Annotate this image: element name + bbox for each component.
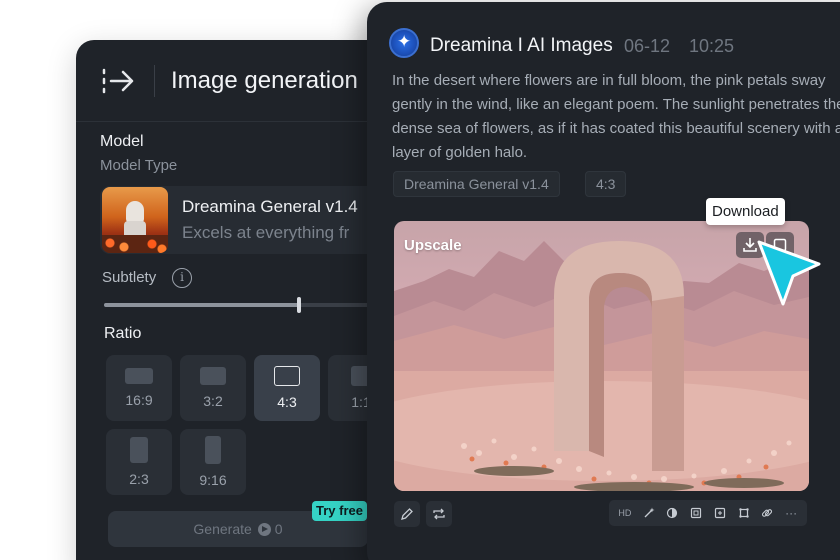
ratio-4-3-icon	[274, 366, 300, 386]
model-thumbnail	[102, 187, 168, 253]
ratio-option-3-2[interactable]: 3:2	[180, 355, 246, 421]
ratio-option-9-16[interactable]: 9:16	[180, 429, 246, 495]
ratio-9-16-icon	[205, 436, 221, 464]
download-tooltip: Download	[706, 198, 785, 225]
generate-cost: 0	[274, 521, 283, 537]
desert-scene	[394, 241, 809, 491]
magic-wand-icon[interactable]	[640, 504, 658, 522]
image-toolbar: HD ···	[609, 500, 807, 526]
ratio-2-3-icon	[130, 437, 148, 463]
collapse-sidebar-icon[interactable]	[100, 63, 136, 99]
slider-thumb[interactable]	[297, 297, 301, 313]
message-time: 10:25	[689, 36, 735, 56]
model-section-label: Model	[100, 133, 144, 150]
generate-label: Generate	[193, 521, 252, 537]
message-date: 06-12	[624, 36, 671, 56]
model-name: Dreamina General v1.4	[182, 197, 358, 216]
ratio-option-16-9[interactable]: 16:9	[106, 355, 172, 421]
regenerate-icon[interactable]	[426, 501, 452, 527]
model-description: Excels at everything fr	[182, 223, 350, 242]
ratio-option-label: 2:3	[129, 471, 149, 487]
ratio-option-2-3[interactable]: 2:3	[106, 429, 172, 495]
eraser-icon[interactable]	[663, 504, 681, 522]
model-selector[interactable]: Dreamina General v1.4 Excels at everythi…	[100, 186, 396, 254]
subtlety-slider[interactable]	[104, 297, 396, 313]
ratio-option-label: 9:16	[199, 472, 227, 488]
ratio-3-2-icon	[200, 367, 226, 385]
crop-icon[interactable]	[735, 504, 753, 522]
coin-icon	[257, 522, 271, 536]
ratio-option-label: 16:9	[125, 392, 153, 408]
ratio-option-4-3[interactable]: 4:3	[254, 355, 320, 421]
ratio-16-9-icon	[125, 368, 153, 384]
panel-title: Image generation	[171, 66, 358, 94]
edit-icon[interactable]	[394, 501, 420, 527]
dreamina-logo-icon	[389, 28, 419, 58]
info-icon[interactable]: i	[172, 268, 192, 288]
ratio-tag: 4:3	[585, 171, 627, 197]
panel-header: Image generation	[76, 40, 396, 122]
frame-icon[interactable]	[687, 504, 705, 522]
model-tag: Dreamina General v1.4	[393, 171, 560, 197]
image-generation-panel: Image generation Model Model Type Dreami…	[76, 40, 396, 560]
header-divider	[154, 64, 155, 97]
ratio-label: Ratio	[104, 325, 142, 342]
hd-button[interactable]: HD	[616, 504, 634, 522]
app-name: Dreamina I AI Images	[430, 35, 613, 56]
link-icon[interactable]	[758, 504, 776, 522]
ratio-option-label: 4:3	[277, 394, 297, 410]
more-icon[interactable]: ···	[782, 504, 800, 522]
model-type-label: Model Type	[100, 157, 178, 174]
subtlety-label: Subtlety	[102, 269, 157, 286]
slider-fill	[104, 303, 299, 307]
prompt-text: In the desert where flowers are in full …	[392, 72, 840, 161]
generated-image[interactable]: Upscale	[394, 221, 809, 491]
cursor-icon	[755, 238, 823, 313]
upscale-label[interactable]: Upscale	[404, 237, 462, 254]
add-frame-icon[interactable]	[711, 504, 729, 522]
try-free-badge: Try free	[312, 501, 367, 521]
ratio-option-label: 3:2	[203, 393, 223, 409]
